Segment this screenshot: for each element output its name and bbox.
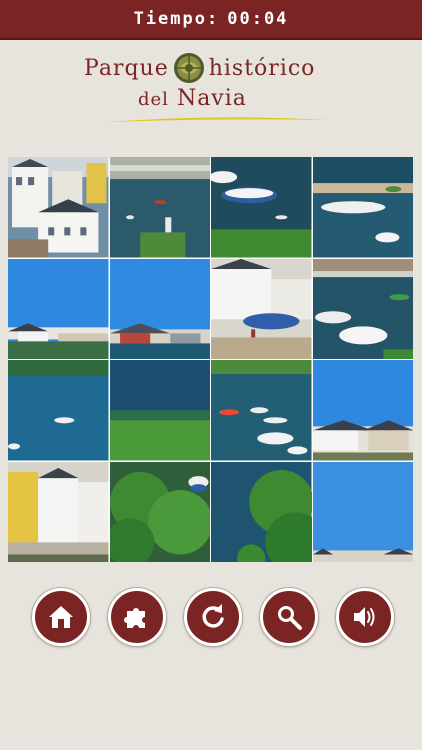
puzzle-tile[interactable] (312, 157, 413, 258)
puzzle-tile[interactable] (109, 360, 210, 461)
puzzle-button[interactable] (108, 588, 166, 646)
speaker-icon (354, 607, 375, 627)
puzzle-tile[interactable] (312, 360, 413, 461)
puzzle-tile[interactable] (211, 360, 312, 461)
puzzle-tile[interactable] (312, 461, 413, 562)
park-logo: Parque histórico del Navia (80, 50, 344, 126)
logo-word-historico: histórico (208, 55, 316, 81)
puzzle-tile[interactable] (109, 461, 210, 562)
zoom-button[interactable] (260, 588, 318, 646)
logo-swoosh (108, 117, 328, 122)
puzzle-tile[interactable] (8, 461, 109, 562)
logo-word-navia: Navia (176, 86, 247, 111)
puzzle-board[interactable] (8, 157, 413, 562)
restart-button[interactable] (184, 588, 242, 646)
emblem-icon (173, 53, 204, 83)
puzzle-tile[interactable] (109, 258, 210, 359)
puzzle-tile[interactable] (8, 360, 109, 461)
refresh-icon (202, 604, 224, 628)
puzzle-piece-icon (124, 608, 145, 628)
sound-button[interactable] (336, 588, 394, 646)
control-bar (0, 588, 422, 646)
puzzle-tile[interactable] (109, 157, 210, 258)
puzzle-tile[interactable] (211, 258, 312, 359)
home-icon (49, 606, 73, 628)
logo-word-del: del (138, 89, 169, 110)
logo-word-parque: Parque (84, 55, 169, 81)
puzzle-tile[interactable] (211, 157, 312, 258)
timer-label: Tiempo: (133, 9, 220, 29)
puzzle-tile[interactable] (8, 157, 109, 258)
timer-bar: Tiempo: 00:04 (0, 0, 422, 40)
magnifier-icon (278, 606, 302, 630)
timer-value: 00:04 (227, 9, 289, 29)
puzzle-tile[interactable] (211, 461, 312, 562)
home-button[interactable] (32, 588, 90, 646)
puzzle-tile[interactable] (312, 258, 413, 359)
puzzle-tile[interactable] (8, 258, 109, 359)
